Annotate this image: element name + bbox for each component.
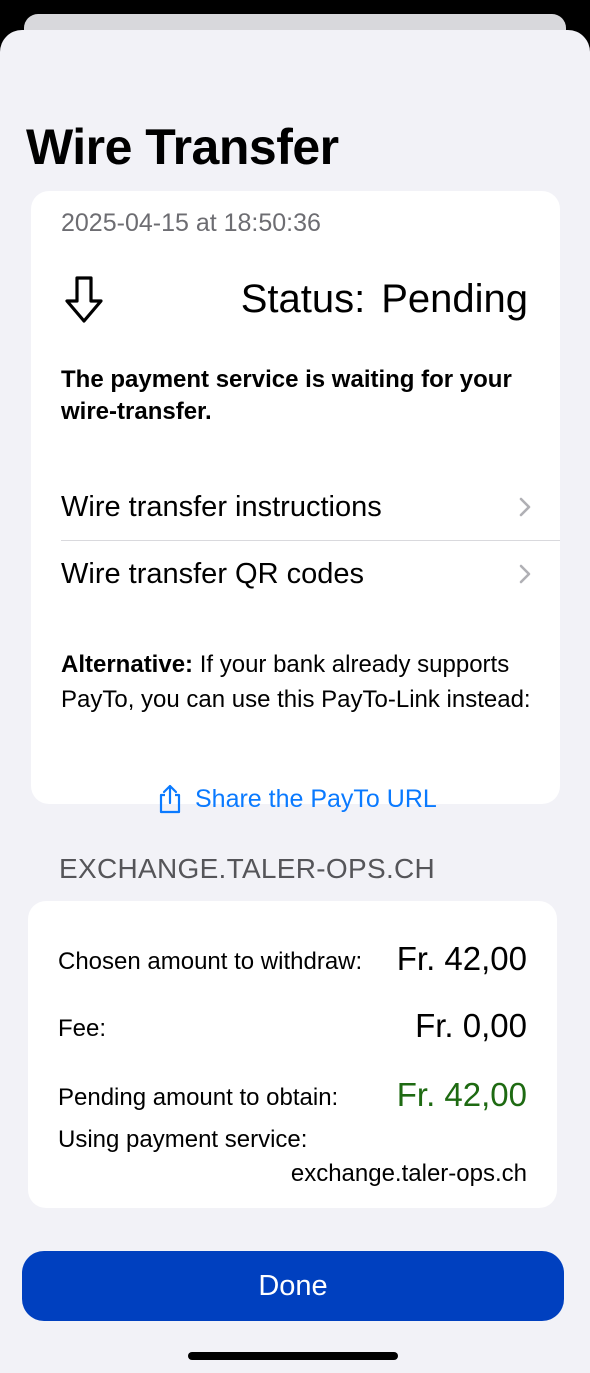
wire-transfer-instructions-link[interactable]: Wire transfer instructions [61,474,560,541]
pending-amount-label: Pending amount to obtain: [58,1084,339,1111]
alternative-bold: Alternative: [61,651,194,678]
payment-service-label: Using payment service: [58,1126,308,1153]
fee-label: Fee: [58,1015,107,1042]
done-button[interactable]: Done [22,1251,564,1321]
chosen-amount-value: Fr. 42,00 [396,940,527,977]
payment-service-value: exchange.taler-ops.ch [290,1160,527,1187]
exchange-card: Chosen amount to withdraw: Fr. 42,00 Fee… [28,901,557,1208]
chosen-amount-label: Chosen amount to withdraw: [58,948,363,975]
status-value: Pending [381,277,528,321]
timestamp: 2025-04-15 at 18:50:36 [61,209,321,237]
home-indicator [188,1352,398,1360]
link-label: Wire transfer QR codes [61,557,364,590]
status-row: Status: Pending [241,277,528,322]
exchange-section-header: EXCHANGE.TALER-OPS.CH [59,853,436,884]
waiting-message: The payment service is waiting for your … [61,366,512,425]
status-label: Status: [240,277,366,321]
pending-amount-value: Fr. 42,00 [396,1076,527,1113]
modal-sheet: Wire Transfer 2025-04-15 at 18:50:36 Sta… [0,30,590,1373]
share-label: Share the PayTo URL [195,784,437,813]
alternative-text: Alternative: If your bank already suppor… [61,647,541,717]
chevron-right-icon [519,497,531,517]
page-title: Wire Transfer [26,119,339,175]
fee-value: Fr. 0,00 [415,1007,527,1044]
transaction-card: 2025-04-15 at 18:50:36 Status: Pending T… [31,191,560,814]
link-label: Wire transfer instructions [61,490,382,523]
share-icon [159,784,181,814]
arrow-down-icon [65,276,103,323]
wire-transfer-qr-codes-link[interactable]: Wire transfer QR codes [61,541,560,607]
share-payto-button[interactable]: Share the PayTo URL [157,784,437,814]
chevron-right-icon [519,564,531,584]
